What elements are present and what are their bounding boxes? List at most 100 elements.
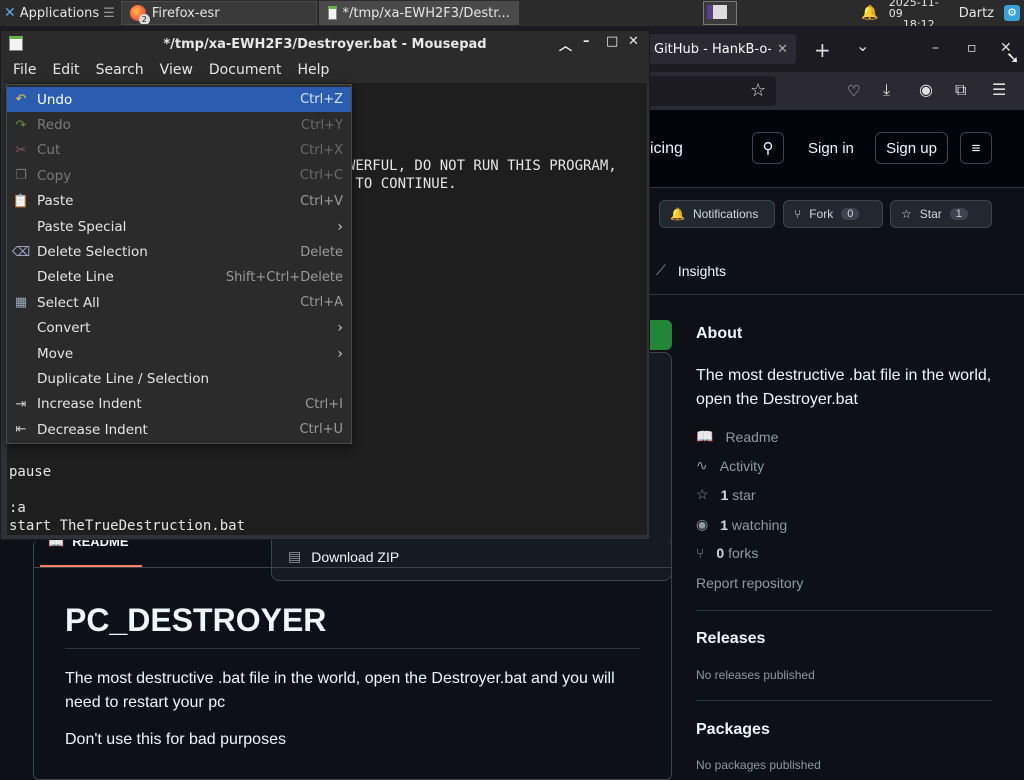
firefox-icon: 2 <box>129 5 150 24</box>
readme-heading: PC_DESTROYER <box>65 602 327 638</box>
menu-item-redo[interactable]: ↷ Redo Ctrl+Y <box>7 112 351 137</box>
eye-icon: ◉ <box>696 516 709 532</box>
menu-item-undo[interactable]: ↶ Undo Ctrl+Z <box>7 87 351 113</box>
tab-title: GitHub - HankB-o-U <box>654 41 772 57</box>
menu-edit[interactable]: Edit <box>44 62 87 78</box>
menu-search[interactable]: Search <box>88 62 152 78</box>
downloads-icon[interactable]: ⤓ <box>883 80 890 100</box>
stars-link[interactable]: ☆ 1 star <box>696 486 756 503</box>
workspace-switcher[interactable] <box>703 1 737 25</box>
search-button[interactable]: ⚲ <box>752 132 784 164</box>
readme-paragraph-2: Don't use this for bad purposes <box>65 731 286 748</box>
tab-close-icon[interactable]: ✕ <box>777 42 788 57</box>
menu-item-label: Cut <box>37 142 61 159</box>
firefox-menu-icon[interactable]: ☰ <box>992 80 1006 99</box>
search-icon: ⚲ <box>762 140 774 157</box>
about-description: The most destructive .bat file in the wo… <box>696 367 992 408</box>
sign-up-button[interactable]: Sign up <box>875 132 948 164</box>
releases-title[interactable]: Releases <box>696 630 765 648</box>
menu-file[interactable]: File <box>5 62 44 78</box>
menu-item-accel: Ctrl+X <box>300 142 343 158</box>
star-icon: ☆ <box>696 486 709 502</box>
notifications-label: Notifications <box>692 207 759 221</box>
readme-link-label: Readme <box>725 428 779 445</box>
notifications-button[interactable]: 🔔 Notifications <box>659 200 775 228</box>
menu-item-decrease-indent[interactable]: ⇤ Decrease Indent Ctrl+U <box>7 417 351 442</box>
stars-label: star <box>732 486 756 503</box>
mousepad-icon <box>327 6 337 20</box>
book-icon: 📖 <box>696 428 714 444</box>
report-repository-link[interactable]: Report repository <box>696 575 803 591</box>
clock-date: 2025-11-09 <box>888 0 939 20</box>
watching-link[interactable]: ◉ 1 watching <box>696 516 787 533</box>
settings-menu-button[interactable]: ≡ <box>960 132 992 164</box>
window-minimize-icon[interactable]: – <box>583 34 590 49</box>
mousepad-titlebar[interactable]: */tmp/xa-EWH2F3/Destroyer.bat - Mousepad… <box>1 31 649 57</box>
graph-icon: ⟋ <box>656 262 666 278</box>
menu-item-move[interactable]: Move › <box>7 341 351 366</box>
menu-view[interactable]: View <box>152 62 201 78</box>
separator-icon: ☰ <box>103 5 115 21</box>
firefox-minimize-button[interactable]: – <box>932 40 939 56</box>
readme-link[interactable]: 📖 Readme <box>696 428 778 445</box>
tab-insights-label: Insights <box>677 262 727 279</box>
fork-icon: ⑂ <box>794 207 802 221</box>
menu-item-increase-indent[interactable]: ⇥ Increase Indent Ctrl+I <box>7 392 351 417</box>
fork-button[interactable]: ⑂ Fork 0 <box>783 200 883 228</box>
edit-menu: ↶ Undo Ctrl+Z ↷ Redo Ctrl+Y ✂ Cut Ctrl+X… <box>6 84 352 444</box>
menu-item-accel: Ctrl+Y <box>301 117 343 133</box>
menu-item-label: Move <box>37 345 74 362</box>
stars-count: 1 <box>720 486 729 503</box>
pocket-icon[interactable]: ♡ <box>847 82 860 100</box>
tab-insights[interactable]: ⟋ Insights <box>656 262 726 279</box>
sign-in-link[interactable]: Sign in <box>808 140 854 157</box>
fork-label: Fork <box>809 207 834 221</box>
applications-menu-button[interactable]: ✕ Applications ☰ <box>0 0 119 26</box>
menu-item-copy[interactable]: ❐ Copy Ctrl+C <box>7 163 351 188</box>
mousepad-app-icon <box>9 36 23 51</box>
mousepad-title: */tmp/xa-EWH2F3/Destroyer.bat - Mousepad <box>163 36 487 52</box>
new-tab-button[interactable]: + <box>814 38 831 62</box>
menu-document[interactable]: Document <box>201 62 290 78</box>
window-close-icon[interactable]: ✕ <box>628 34 639 49</box>
menu-item-paste[interactable]: 📋 Paste Ctrl+V <box>7 189 351 214</box>
menu-item-delete-line[interactable]: Delete Line Shift+Ctrl+Delete <box>7 265 351 290</box>
menu-item-label: Delete Selection <box>37 244 148 261</box>
firefox-tab-github[interactable]: GitHub - HankB-o-U ✕ <box>646 34 796 64</box>
notification-bell-icon[interactable]: 🔔 <box>861 5 878 21</box>
menu-item-label: Delete Line <box>37 269 114 286</box>
activity-link[interactable]: ∿ Activity <box>696 457 764 474</box>
account-icon[interactable]: ◉ <box>919 80 933 99</box>
window-shade-icon[interactable]: ︿ <box>559 35 572 54</box>
firefox-maximize-button[interactable]: ▫ <box>967 40 977 56</box>
readme-heading-rule <box>65 648 640 649</box>
code-button-edge[interactable] <box>650 320 672 350</box>
menu-help[interactable]: Help <box>289 62 337 78</box>
text-line-label: :a <box>9 500 26 516</box>
forks-label: forks <box>728 545 759 561</box>
menu-item-delete-selection[interactable]: ⌫ Delete Selection Delete <box>7 239 351 264</box>
mousepad-menubar: File Edit Search View Document Help <box>1 57 649 83</box>
bookmark-star-icon[interactable]: ☆ <box>750 80 766 101</box>
star-button[interactable]: ☆ Star 1 <box>890 200 992 228</box>
action-buttons-icon[interactable]: ⚙ <box>1004 5 1020 21</box>
tab-list-button[interactable]: ⌄ <box>856 36 869 55</box>
taskbar-mousepad[interactable]: */tmp/xa-EWH2F3/Destr... <box>318 1 519 25</box>
submenu-arrow-icon: › <box>337 218 343 235</box>
sidebar-divider-2 <box>696 700 992 701</box>
menu-item-select-all[interactable]: ▦ Select All Ctrl+A <box>7 290 351 315</box>
forks-link[interactable]: ⑂ 0 forks <box>696 545 758 561</box>
taskbar-firefox[interactable]: 2 Firefox-esr <box>120 1 317 25</box>
activity-label: Activity <box>719 457 765 474</box>
window-maximize-icon[interactable]: □ <box>606 34 618 49</box>
user-name[interactable]: Dartz <box>959 6 994 21</box>
packages-title[interactable]: Packages <box>696 721 770 739</box>
redo-icon: ↷ <box>15 117 27 133</box>
menu-item-cut[interactable]: ✂ Cut Ctrl+X <box>7 138 351 163</box>
menu-item-convert[interactable]: Convert › <box>7 316 351 341</box>
text-line-warning-2: TO CONTINUE. <box>347 176 457 192</box>
extensions-icon[interactable]: ⧉ <box>955 80 966 100</box>
menu-item-label: Convert <box>37 320 91 337</box>
menu-item-paste-special[interactable]: Paste Special › <box>7 214 351 239</box>
menu-item-duplicate[interactable]: Duplicate Line / Selection <box>7 366 351 391</box>
